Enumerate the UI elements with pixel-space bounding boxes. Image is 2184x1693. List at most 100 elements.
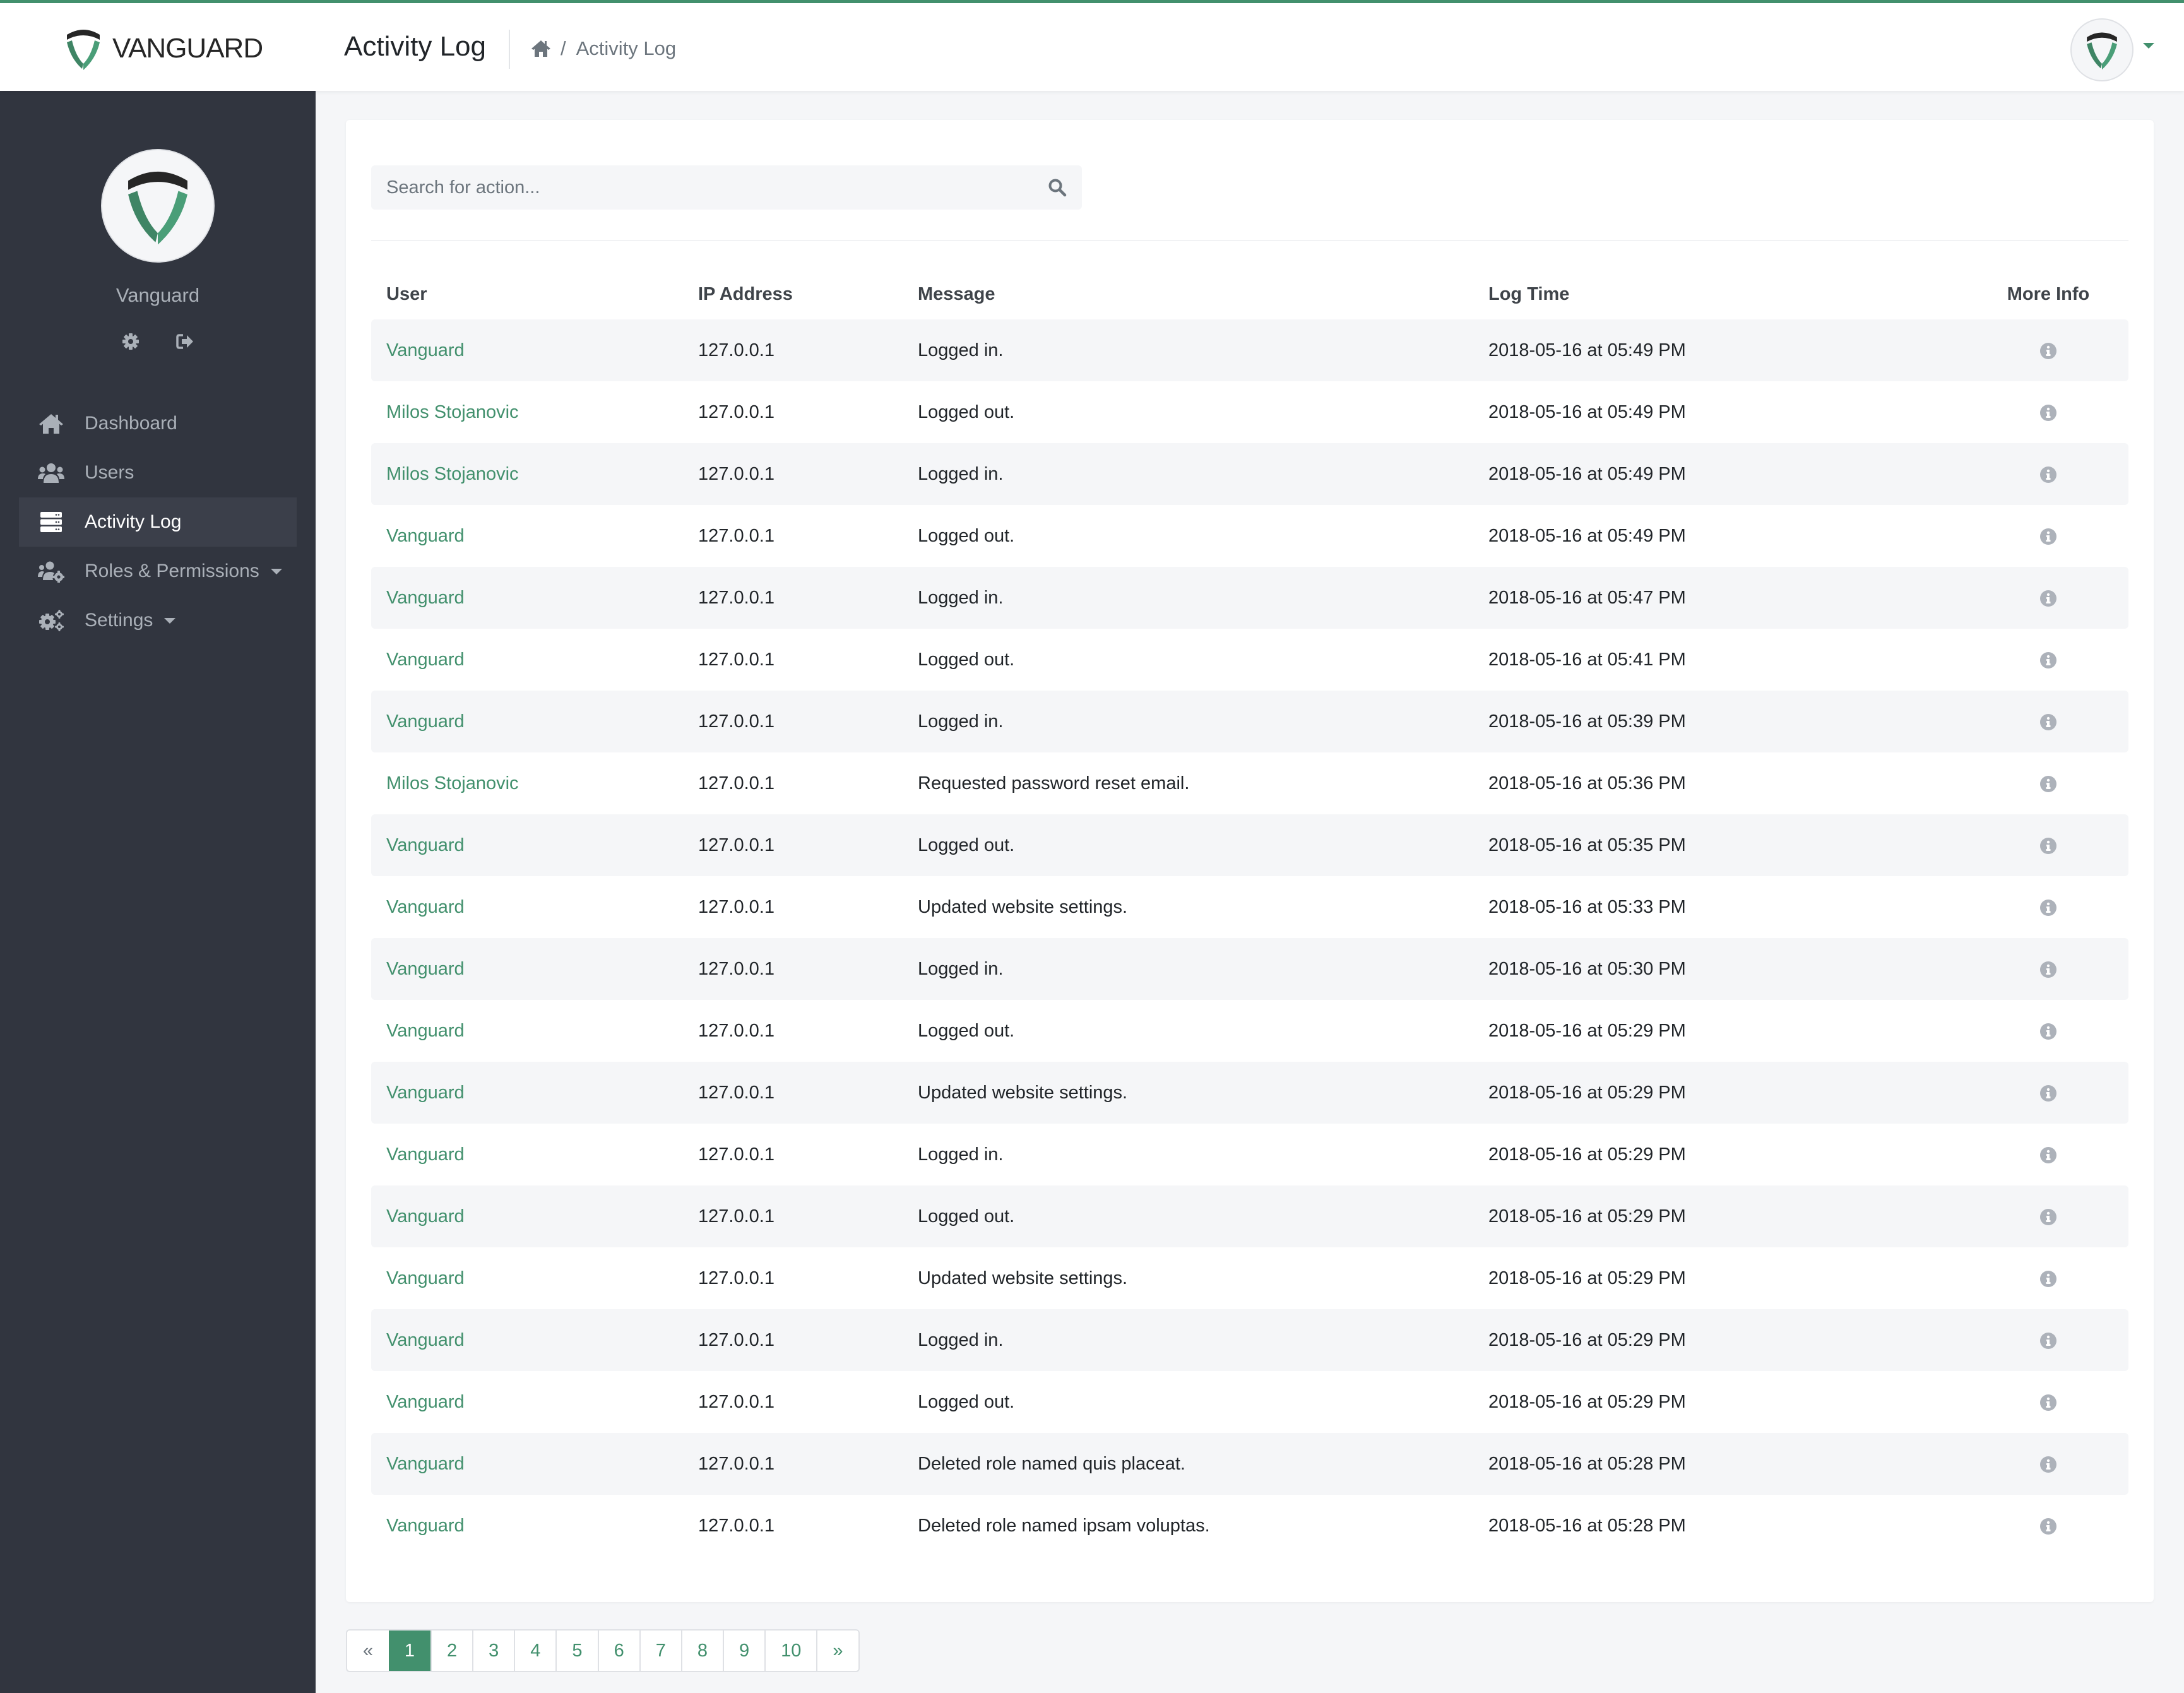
table-row: Vanguard 127.0.0.1 Logged in. 2018-05-16 at… [371, 1309, 2128, 1371]
gear-icon[interactable] [121, 332, 140, 351]
vanguard-logo-icon [2087, 32, 2117, 70]
user-link[interactable]: Vanguard [386, 340, 465, 360]
user-link[interactable]: Vanguard [386, 959, 465, 979]
caret-down-icon [164, 617, 176, 624]
pagination-next[interactable]: » [816, 1631, 858, 1671]
info-circle-icon[interactable] [2039, 1518, 2057, 1535]
brand-logo[interactable]: VANGUARD [63, 26, 263, 71]
pagination-page[interactable]: 5 [555, 1631, 597, 1671]
pagination-page[interactable]: 10 [764, 1631, 816, 1671]
user-link[interactable]: Vanguard [386, 650, 465, 670]
user-link[interactable]: Vanguard [386, 711, 465, 732]
info-circle-icon[interactable] [2039, 1146, 2057, 1164]
cell-log-time: 2018-05-16 at 05:36 PM [1488, 773, 1686, 793]
info-circle-icon[interactable] [2039, 1456, 2057, 1473]
user-link[interactable]: Vanguard [386, 1144, 465, 1165]
info-circle-icon[interactable] [2039, 1023, 2057, 1040]
info-circle-icon[interactable] [2039, 342, 2057, 360]
cell-message: Logged out. [918, 401, 1015, 422]
pagination-page[interactable]: 3 [472, 1631, 514, 1671]
info-circle-icon[interactable] [2039, 899, 2057, 917]
cell-message: Logged in. [918, 340, 1004, 360]
cell-user: Milos Stojanovic [371, 773, 698, 794]
user-link[interactable]: Vanguard [386, 1206, 465, 1227]
user-menu-avatar[interactable] [2070, 18, 2134, 81]
table-row: Vanguard 127.0.0.1 Logged out. 2018-05-16 a… [371, 629, 2128, 691]
cell-user: Vanguard [371, 1083, 698, 1103]
user-link[interactable]: Vanguard [386, 1392, 465, 1412]
info-circle-icon[interactable] [2039, 775, 2057, 793]
cell-more-info [1968, 340, 2128, 361]
cell-message: Updated website settings. [918, 1268, 1128, 1288]
cell-ip: 127.0.0.1 [698, 896, 774, 917]
sidebar-item-dashboard[interactable]: Dashboard [19, 399, 297, 448]
info-circle-icon[interactable] [2039, 590, 2057, 607]
user-link[interactable]: Vanguard [386, 526, 465, 546]
info-circle-icon[interactable] [2039, 1394, 2057, 1411]
search-input[interactable] [386, 177, 1048, 198]
pagination-page[interactable]: 1 [389, 1631, 430, 1671]
cell-user: Vanguard [371, 1392, 698, 1413]
profile-name: Vanguard [116, 284, 200, 306]
user-link[interactable]: Vanguard [386, 1083, 465, 1103]
info-circle-icon[interactable] [2039, 1332, 2057, 1350]
user-link[interactable]: Milos Stojanovic [386, 464, 519, 484]
sign-out-icon[interactable] [175, 332, 194, 351]
pagination-page[interactable]: 9 [722, 1631, 764, 1671]
cell-ip: 127.0.0.1 [698, 1144, 774, 1165]
user-link[interactable]: Vanguard [386, 588, 465, 608]
info-circle-icon[interactable] [2039, 837, 2057, 855]
info-circle-icon[interactable] [2039, 1208, 2057, 1226]
cell-more-info [1968, 711, 2128, 732]
caret-down-icon[interactable] [2143, 43, 2154, 49]
info-circle-icon[interactable] [2039, 1270, 2057, 1288]
info-circle-icon[interactable] [2039, 713, 2057, 731]
cell-ip: 127.0.0.1 [698, 711, 774, 732]
user-link[interactable]: Vanguard [386, 1021, 465, 1041]
sidebar-item-label: Roles & Permissions [85, 561, 259, 581]
table-row: Vanguard 127.0.0.1 Logged in. 2018-05-16 at… [371, 319, 2128, 381]
sidebar-item-activity-log[interactable]: Activity Log [19, 497, 297, 547]
info-circle-icon[interactable] [2039, 1084, 2057, 1102]
cell-log-time: 2018-05-16 at 05:29 PM [1488, 1144, 1686, 1165]
cell-ip: 127.0.0.1 [698, 835, 774, 855]
pagination-page[interactable]: 8 [680, 1631, 723, 1671]
pagination-page[interactable]: 7 [639, 1631, 681, 1671]
pagination-prev[interactable]: « [347, 1631, 389, 1671]
home-icon[interactable] [530, 39, 552, 58]
cell-message: Logged out. [918, 1391, 1015, 1412]
sidebar-item-users[interactable]: Users [19, 448, 297, 497]
user-link[interactable]: Vanguard [386, 1516, 465, 1536]
table-row: Vanguard 127.0.0.1 Logged out. 2018-05-16 a… [371, 814, 2128, 876]
cell-more-info [1968, 1268, 2128, 1289]
user-link[interactable]: Vanguard [386, 897, 465, 917]
cell-user: Vanguard [371, 1268, 698, 1289]
user-link[interactable]: Milos Stojanovic [386, 402, 519, 422]
search-icon[interactable] [1048, 178, 1067, 197]
user-link[interactable]: Vanguard [386, 835, 465, 855]
info-circle-icon[interactable] [2039, 961, 2057, 978]
cell-more-info [1968, 464, 2128, 485]
pagination: « 1 2 3 4 5 6 7 8 9 10 » [346, 1629, 860, 1672]
cell-user: Vanguard [371, 1144, 698, 1165]
user-link[interactable]: Vanguard [386, 1268, 465, 1288]
cell-user: Vanguard [371, 1330, 698, 1351]
profile-avatar[interactable] [101, 149, 215, 263]
cell-user: Vanguard [371, 835, 698, 856]
user-link[interactable]: Milos Stojanovic [386, 773, 519, 793]
info-circle-icon[interactable] [2039, 404, 2057, 422]
column-header-ip: IP Address [698, 283, 793, 304]
info-circle-icon[interactable] [2039, 651, 2057, 669]
pagination-page[interactable]: 2 [430, 1631, 472, 1671]
pagination-page[interactable]: 4 [514, 1631, 555, 1671]
sidebar-item-roles-permissions[interactable]: Roles & Permissions [19, 547, 297, 596]
cell-user: Vanguard [371, 711, 698, 732]
info-circle-icon[interactable] [2039, 466, 2057, 484]
users-icon [38, 463, 64, 483]
pagination-page[interactable]: 6 [597, 1631, 639, 1671]
user-link[interactable]: Vanguard [386, 1454, 465, 1474]
brand-name: VANGUARD [112, 33, 263, 64]
sidebar-item-settings[interactable]: Settings [19, 596, 297, 645]
user-link[interactable]: Vanguard [386, 1330, 465, 1350]
info-circle-icon[interactable] [2039, 528, 2057, 545]
